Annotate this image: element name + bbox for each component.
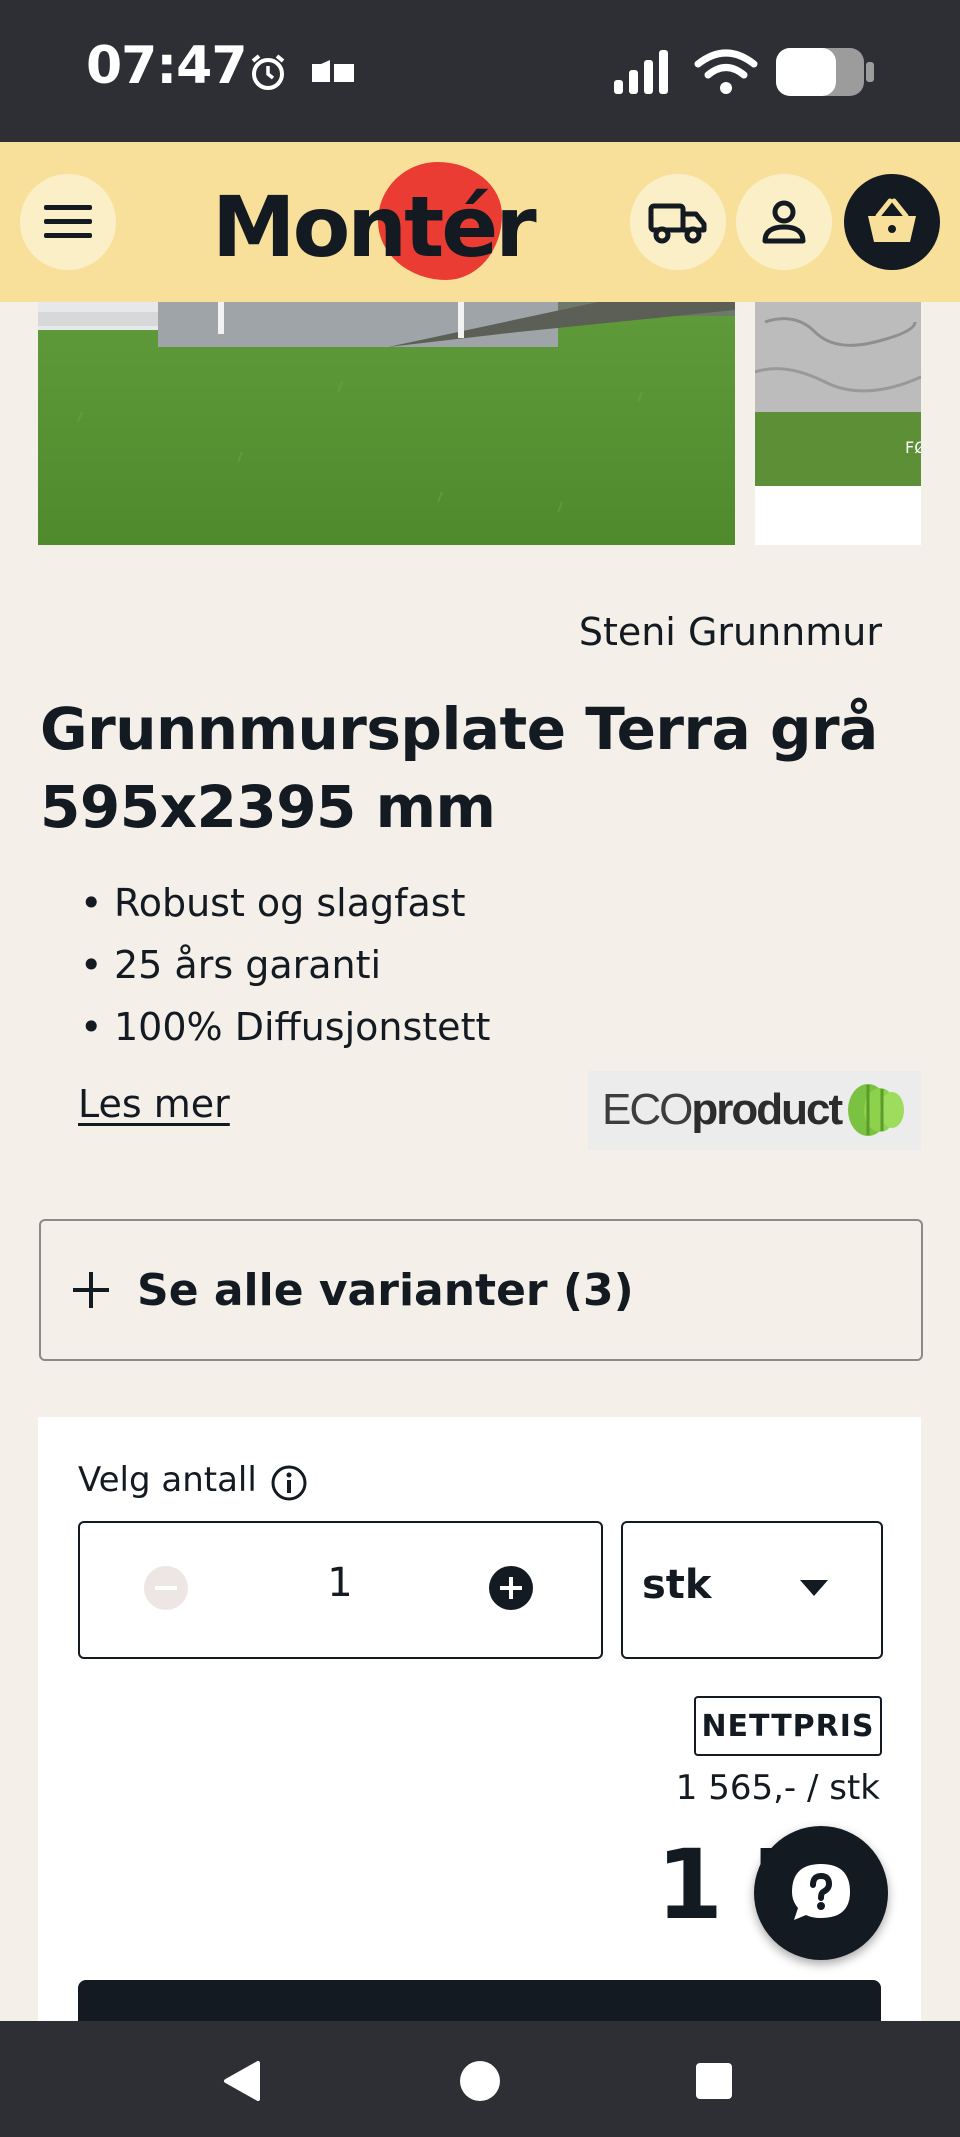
delivery-button[interactable] [630, 174, 726, 270]
variants-label: Se alle varianter (3) [137, 1264, 634, 1316]
home-icon[interactable] [458, 2059, 502, 2103]
menu-icon [44, 205, 92, 238]
back-icon[interactable] [220, 2059, 264, 2103]
truck-icon [648, 203, 707, 244]
wifi-icon [694, 49, 758, 94]
system-navigation-bar [0, 2021, 960, 2137]
logo-text: Montér [212, 178, 537, 276]
quantity-input[interactable]: 1 [300, 1560, 380, 1606]
eco-leaf-icon [848, 1084, 904, 1136]
basket-icon [868, 198, 916, 242]
unit-price: 1 565,- / stk [675, 1768, 880, 1808]
info-icon[interactable] [270, 1464, 308, 1502]
unit-select-value: stk [642, 1562, 712, 1608]
increase-quantity-button[interactable] [489, 1566, 533, 1610]
thumbnail-overlay-text: FØ [905, 438, 921, 457]
help-chat-button[interactable] [754, 1826, 888, 1960]
feature-list: Robust og slagfast 25 års garanti 100% D… [80, 872, 490, 1058]
cart-button[interactable] [844, 174, 940, 270]
account-button[interactable] [736, 174, 832, 270]
variants-toggle[interactable]: Se alle varianter (3) [39, 1219, 923, 1361]
eco-badge-label: ECOproduct [602, 1085, 843, 1134]
product-image-main[interactable] [38, 302, 735, 545]
site-logo[interactable]: Montér [210, 156, 540, 286]
plus-icon [73, 1272, 109, 1308]
notification-icon [312, 60, 354, 82]
price-type-badge: NETTPRIS [694, 1696, 882, 1756]
product-brand[interactable]: Steni Grunnmur [579, 610, 882, 654]
decrease-quantity-button[interactable] [144, 1566, 188, 1610]
user-icon [762, 200, 806, 244]
menu-button[interactable] [20, 174, 116, 270]
product-image-thumbnail[interactable]: FØ [755, 302, 921, 545]
product-title: Grunnmursplate Terra grå 595x2395 mm [40, 695, 878, 841]
chevron-down-icon [800, 1580, 828, 1596]
status-bar: 07:47 [0, 0, 960, 142]
battery-icon [776, 48, 874, 96]
eco-product-badge[interactable]: ECOproduct [588, 1071, 921, 1150]
feature-item: 25 års garanti [80, 934, 490, 996]
feature-item: 100% Diffusjonstett [80, 996, 490, 1058]
minus-icon [155, 1586, 177, 1590]
quantity-label: Velg antall [78, 1460, 257, 1500]
alarm-icon [251, 54, 285, 90]
recents-icon[interactable] [694, 2061, 734, 2101]
signal-icon [614, 50, 668, 94]
status-time: 07:47 [86, 36, 248, 96]
plus-circle-icon [500, 1577, 522, 1599]
help-icon [792, 1864, 850, 1920]
feature-item: Robust og slagfast [80, 872, 490, 934]
product-photo [38, 302, 735, 545]
thumbnail-photo [755, 302, 921, 545]
read-more-link[interactable]: Les mer [78, 1082, 230, 1126]
